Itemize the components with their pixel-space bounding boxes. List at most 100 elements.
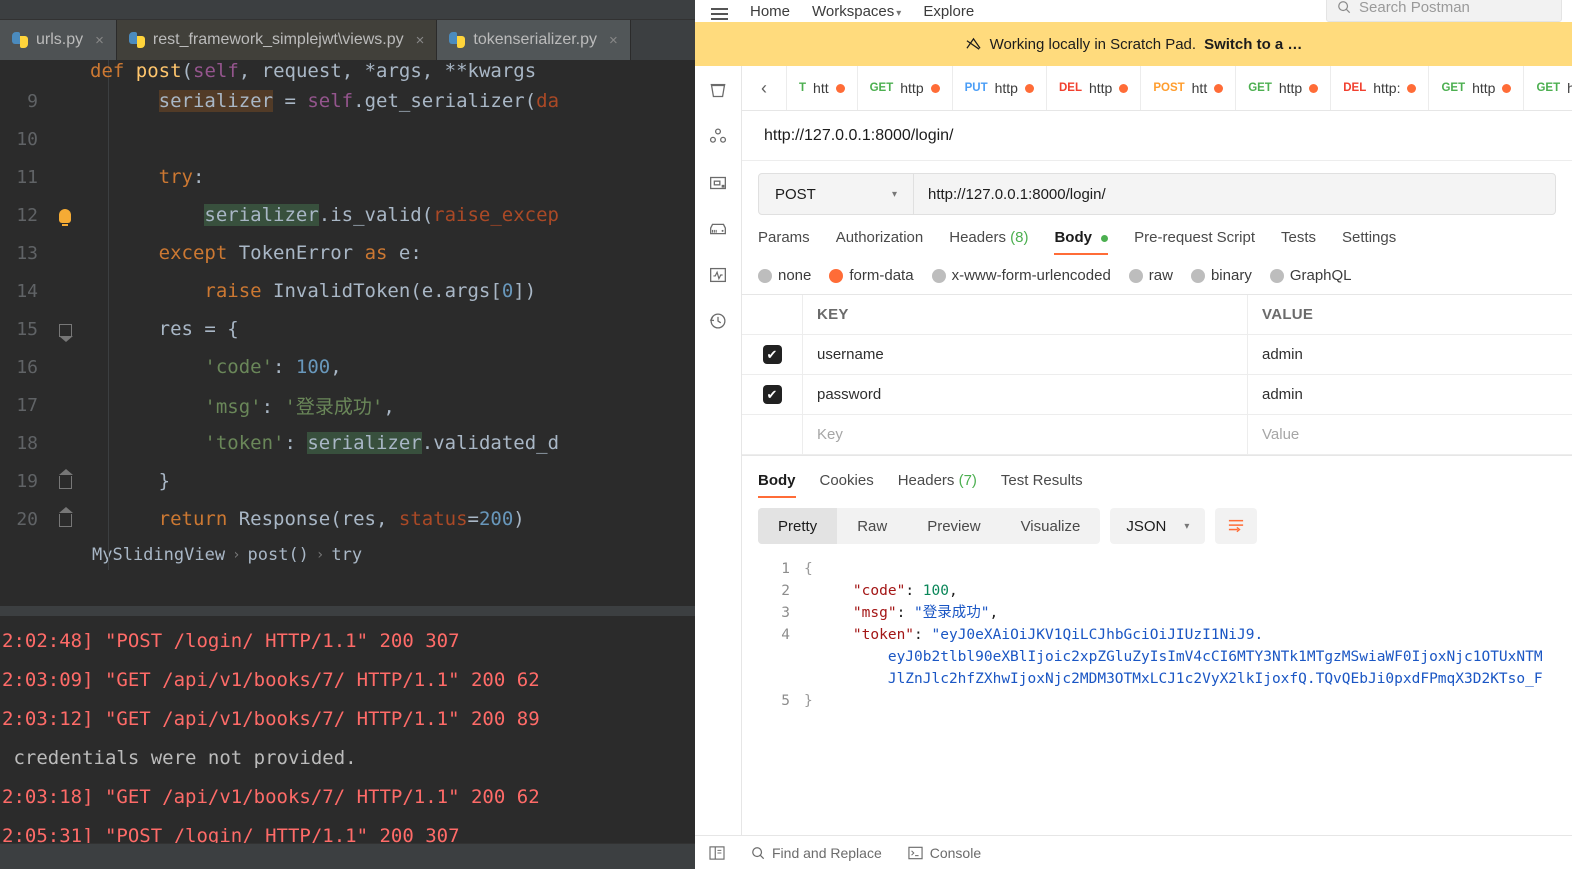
request-tab[interactable]: PUT http bbox=[953, 66, 1047, 110]
banner-link[interactable]: Switch to a … bbox=[1204, 36, 1302, 53]
row-value[interactable]: admin bbox=[1247, 335, 1572, 374]
row-key[interactable]: username bbox=[802, 335, 1247, 374]
json-line-number: 2 bbox=[781, 583, 790, 599]
row-checkbox[interactable]: ✔ bbox=[742, 385, 802, 404]
sidebar-toggle-icon[interactable] bbox=[709, 845, 725, 860]
fold-arrow-up-icon[interactable] bbox=[58, 507, 73, 527]
wrap-lines-icon[interactable] bbox=[1215, 508, 1258, 544]
tab-body[interactable]: Body bbox=[1054, 229, 1109, 255]
tabs-scroll-left-button[interactable]: ‹ bbox=[742, 66, 787, 110]
nav-home[interactable]: Home bbox=[750, 3, 790, 20]
row-key[interactable]: password bbox=[802, 375, 1247, 414]
body-mode-form-data[interactable]: form-data bbox=[829, 267, 914, 284]
body-mode-none[interactable]: none bbox=[758, 267, 811, 284]
breadcrumb-class[interactable]: MySlidingView bbox=[92, 545, 225, 565]
json-fold-marker[interactable]: } bbox=[804, 690, 818, 712]
body-mode-binary[interactable]: binary bbox=[1190, 267, 1252, 284]
lightbulb-icon[interactable] bbox=[59, 209, 71, 226]
request-tab[interactable]: DEL http bbox=[1047, 66, 1142, 110]
console-button[interactable]: Console bbox=[908, 845, 981, 861]
view-raw-button[interactable]: Raw bbox=[837, 508, 907, 544]
tab-authorization[interactable]: Authorization bbox=[836, 229, 924, 255]
fold-arrow-up-icon[interactable] bbox=[58, 469, 73, 489]
body-mode-raw[interactable]: raw bbox=[1128, 267, 1173, 284]
breadcrumb-block[interactable]: try bbox=[331, 545, 362, 565]
gutter[interactable] bbox=[46, 204, 84, 226]
monitors-icon[interactable] bbox=[705, 262, 731, 288]
editor-tab-urls[interactable]: urls.py × bbox=[0, 20, 117, 60]
gutter[interactable] bbox=[46, 318, 84, 342]
tab-headers[interactable]: Headers (8) bbox=[949, 229, 1028, 255]
fold-arrow-down-icon[interactable] bbox=[58, 324, 73, 342]
row-value[interactable]: admin bbox=[1247, 375, 1572, 414]
view-visualize-button[interactable]: Visualize bbox=[1001, 508, 1101, 544]
json-fold-marker bbox=[804, 668, 818, 690]
mock-servers-icon[interactable] bbox=[705, 216, 731, 242]
nav-workspaces[interactable]: Workspaces ▾ bbox=[812, 3, 901, 20]
url-input[interactable]: http://127.0.0.1:8000/login/ bbox=[914, 174, 1555, 214]
editor-tab-views[interactable]: rest_framework_simplejwt\views.py × bbox=[116, 20, 438, 60]
collections-icon[interactable] bbox=[705, 78, 731, 104]
json-line-number: 1 bbox=[781, 561, 790, 577]
row-value-placeholder[interactable]: Value bbox=[1247, 415, 1572, 454]
history-icon[interactable] bbox=[705, 308, 731, 334]
close-icon[interactable]: × bbox=[609, 32, 618, 49]
json-line: 3 "msg": "登录成功", bbox=[742, 602, 1572, 624]
table-row[interactable]: ✔ password admin bbox=[742, 375, 1572, 415]
breadcrumb-separator: › bbox=[232, 547, 241, 563]
method-select[interactable]: POST ▾ bbox=[759, 174, 914, 214]
code-editor[interactable]: def post(self, request, *args, **kwargs … bbox=[0, 60, 695, 570]
request-tab[interactable]: POST htt bbox=[1141, 66, 1237, 110]
response-format-select[interactable]: JSON ▾ bbox=[1110, 508, 1206, 544]
code-text: res = { bbox=[90, 318, 239, 340]
search-input[interactable]: Search Postman bbox=[1326, 0, 1562, 22]
terminal-output[interactable]: 2:02:48] "POST /login/ HTTP/1.1" 200 307… bbox=[0, 616, 695, 843]
request-tab[interactable]: DEL http: bbox=[1331, 66, 1430, 110]
headers-count: (8) bbox=[1010, 229, 1029, 246]
response-headers-count: (7) bbox=[958, 472, 977, 489]
request-tab[interactable]: GET http bbox=[858, 66, 953, 110]
hamburger-icon[interactable] bbox=[711, 8, 728, 20]
apis-icon[interactable] bbox=[705, 124, 731, 150]
tab-test-results[interactable]: Test Results bbox=[1001, 472, 1083, 498]
unsaved-dot-icon bbox=[1214, 83, 1224, 93]
close-icon[interactable]: × bbox=[416, 32, 425, 49]
tab-response-cookies[interactable]: Cookies bbox=[820, 472, 874, 498]
view-preview-button[interactable]: Preview bbox=[907, 508, 1000, 544]
close-icon[interactable]: × bbox=[95, 32, 104, 49]
code-text: } bbox=[90, 470, 171, 492]
request-tab[interactable]: GET http bbox=[1429, 66, 1525, 110]
json-line-number: 5 bbox=[781, 693, 790, 709]
view-pretty-button[interactable]: Pretty bbox=[758, 508, 838, 544]
request-tab[interactable]: GET htt bbox=[1524, 66, 1572, 110]
json-fold-marker[interactable]: { bbox=[804, 558, 818, 580]
tab-tests[interactable]: Tests bbox=[1281, 229, 1316, 255]
line-number: 11 bbox=[16, 166, 38, 188]
body-mode-graphql[interactable]: GraphQL bbox=[1269, 267, 1352, 284]
row-checkbox[interactable]: ✔ bbox=[742, 345, 802, 364]
body-mode-urlencoded[interactable]: x-www-form-urlencoded bbox=[931, 267, 1111, 284]
url-bar: POST ▾ http://127.0.0.1:8000/login/ bbox=[758, 173, 1556, 215]
find-and-replace-button[interactable]: Find and Replace bbox=[751, 845, 882, 861]
tab-settings[interactable]: Settings bbox=[1342, 229, 1396, 255]
request-tab-method: GET bbox=[1248, 82, 1272, 94]
tab-response-headers[interactable]: Headers (7) bbox=[898, 472, 977, 498]
tab-pre-request-script[interactable]: Pre-request Script bbox=[1134, 229, 1255, 255]
response-body-json[interactable]: 1 { 2 "code": 100, 3 "msg": "登录成功", 4 "t… bbox=[742, 544, 1572, 835]
tab-response-body[interactable]: Body bbox=[758, 472, 796, 498]
breadcrumb[interactable]: MySlidingView › post() › try bbox=[0, 538, 695, 570]
table-row-empty[interactable]: Key Value bbox=[742, 415, 1572, 455]
code-text: serializer = self.get_serializer(da bbox=[158, 90, 560, 112]
gutter[interactable] bbox=[46, 469, 84, 492]
breadcrumb-method[interactable]: post() bbox=[248, 545, 309, 565]
request-tab[interactable]: Thtt bbox=[787, 66, 858, 110]
environments-icon[interactable] bbox=[705, 170, 731, 196]
table-row[interactable]: ✔ username admin bbox=[742, 335, 1572, 375]
row-key-placeholder[interactable]: Key bbox=[802, 415, 1247, 454]
editor-tab-tokenserializer[interactable]: tokenserializer.py × bbox=[437, 20, 631, 60]
terminal-divider bbox=[0, 606, 695, 616]
request-tab[interactable]: GET http bbox=[1236, 66, 1332, 110]
tab-params[interactable]: Params bbox=[758, 229, 810, 255]
nav-explore[interactable]: Explore bbox=[923, 3, 974, 20]
gutter[interactable] bbox=[46, 507, 84, 530]
